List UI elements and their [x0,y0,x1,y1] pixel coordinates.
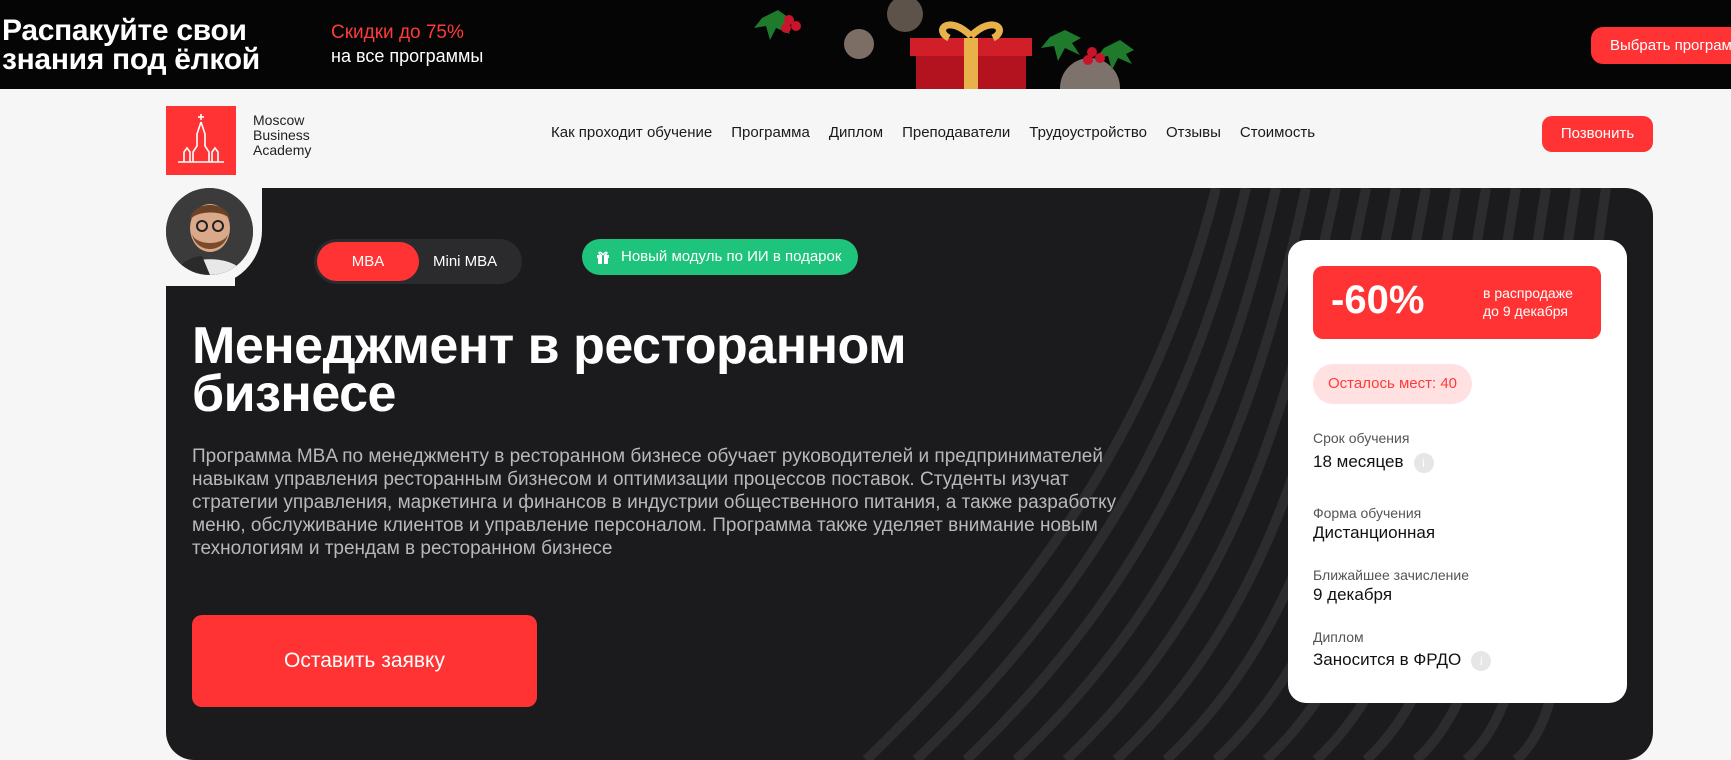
promo-sale-text: Скидки до 75% [331,22,464,43]
promo-title-line1: Распакуйте свои [2,14,247,47]
teacher-avatar [166,188,253,275]
discount-note: в распродаже до 9 декабря [1483,284,1573,320]
program-info-card: -60% в распродаже до 9 декабря Осталось … [1288,240,1627,703]
nav-item-employment[interactable]: Трудоустройство [1029,124,1147,141]
discount-value: -60% [1331,278,1425,322]
apply-button[interactable]: Оставить заявку [192,615,537,707]
format-value: Дистанционная [1313,523,1436,542]
ai-module-badge-text: Новый модуль по ИИ в подарок [621,248,842,265]
logo[interactable] [166,106,236,175]
nav-item-diploma[interactable]: Диплом [829,124,883,141]
choose-program-button[interactable]: Выбрать программу [1591,27,1731,64]
diploma-info-icon[interactable]: i [1471,650,1492,671]
nav-item-teachers[interactable]: Преподаватели [902,124,1010,141]
nav-item-program[interactable]: Программа [731,124,810,141]
duration-info-icon[interactable]: i [1413,452,1434,473]
main-nav: Как проходит обучение Программа Диплом П… [551,124,1334,141]
nav-item-price[interactable]: Стоимость [1240,124,1315,141]
call-button[interactable]: Позвонить [1542,116,1653,152]
toggle-mini-mba[interactable]: Mini MBA [433,242,497,281]
discount-note-line1: в распродаже [1483,285,1573,301]
diploma-value: Заносится в ФРДО i [1313,650,1492,671]
ai-module-badge: Новый модуль по ИИ в подарок [582,239,858,275]
format-label: Форма обучения [1313,505,1422,521]
nav-item-reviews[interactable]: Отзывы [1166,124,1221,141]
nav-item-how-it-works[interactable]: Как проходит обучение [551,124,712,141]
christmas-decoration-image [754,0,1134,89]
page-title: Менеджмент в ресторанном бизнесе [192,317,907,423]
discount-note-line2: до 9 декабря [1483,303,1568,319]
brand-line1: Moscow [253,112,305,128]
diploma-label: Диплом [1313,629,1364,645]
program-type-toggle: MBA Mini MBA [314,239,522,284]
promo-title: Распакуйте свои знания под ёлкой [2,14,260,76]
enrollment-label: Ближайшее зачисление [1313,567,1469,583]
gift-icon [597,251,609,264]
promo-banner: Распакуйте свои знания под ёлкой Скидки … [0,0,1731,89]
brand-name: Moscow Business Academy [253,113,311,158]
duration-value: 18 месяцев i [1313,452,1434,473]
discount-badge: -60% в распродаже до 9 декабря [1313,266,1601,339]
promo-title-line2: знания под ёлкой [2,43,260,76]
promo-sub-text: на все программы [331,46,484,66]
enrollment-value: 9 декабря [1313,585,1393,604]
duration-value-text: 18 месяцев [1313,452,1404,471]
diploma-value-text: Заносится в ФРДО [1313,650,1462,669]
brand-line2: Business [253,127,310,143]
duration-label: Срок обучения [1313,430,1410,446]
kremlin-logo-icon [178,114,224,163]
seats-left-badge: Осталось мест: 40 [1313,364,1473,404]
person-photo-icon [166,188,253,275]
toggle-mba[interactable]: MBA [317,242,419,281]
brand-line3: Academy [253,142,312,158]
program-description: Программа MBA по менеджменту в ресторанн… [192,446,1117,559]
